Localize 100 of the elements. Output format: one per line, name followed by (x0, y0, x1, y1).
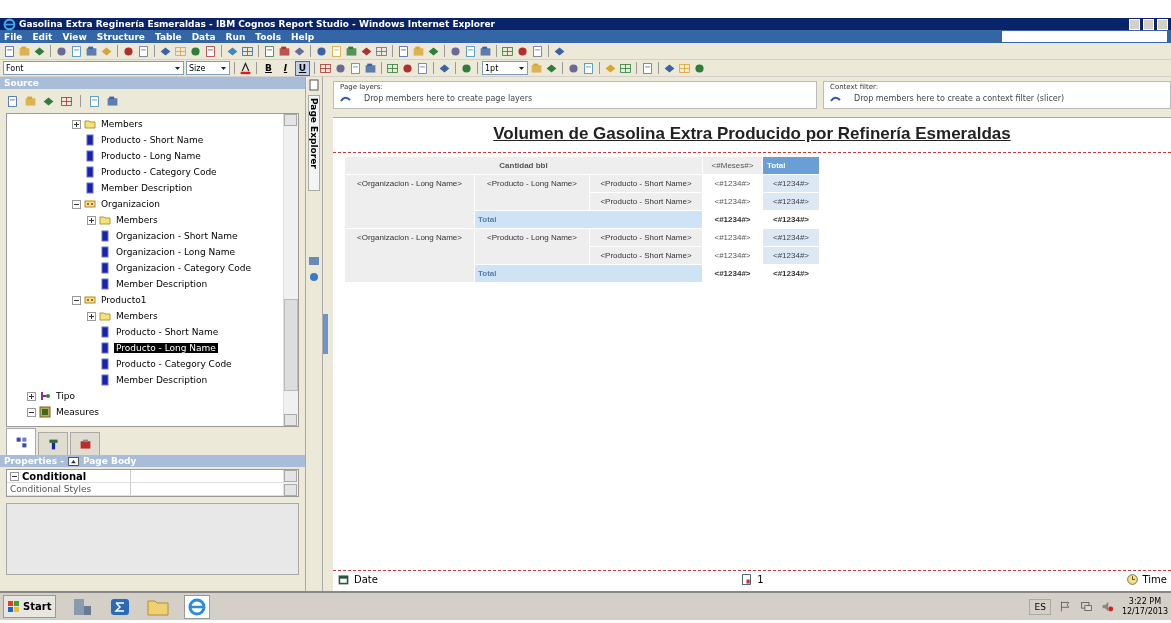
tree-item[interactable]: Organizacion - Short Name (114, 231, 240, 241)
folder-icon (99, 214, 111, 226)
tree-item[interactable]: Producto - Long Name (114, 343, 218, 353)
collapse-icon[interactable] (72, 199, 81, 209)
tree-item[interactable]: Organizacion - Long Name (114, 247, 238, 257)
minimize-button[interactable] (1129, 18, 1140, 30)
property-name[interactable]: Conditional Styles (7, 483, 131, 495)
attribute-icon (99, 342, 111, 354)
menu-item[interactable]: File (4, 31, 23, 42)
tree-item[interactable]: Producto1 (99, 295, 149, 305)
panel-tab[interactable] (6, 428, 36, 455)
collapse-icon[interactable] (72, 295, 81, 305)
tree-item[interactable]: Producto - Short Name (114, 327, 221, 337)
date-field: Date (354, 573, 378, 585)
menu-item[interactable]: Structure (96, 31, 145, 42)
panel-tab[interactable] (38, 432, 68, 455)
tree-item[interactable]: Organizacion - Category Code (114, 263, 253, 273)
table-cell: <#1234#> (763, 247, 820, 265)
line-width-dropdown[interactable]: 1pt (482, 61, 528, 75)
start-button[interactable]: Start (3, 595, 57, 618)
expand-icon[interactable] (87, 215, 96, 225)
data-items-icon (46, 437, 60, 451)
tree-item[interactable]: Measures (54, 407, 101, 417)
menu-item[interactable]: Table (154, 31, 182, 42)
table-cell: <#1234#> (763, 193, 820, 211)
attribute-icon (84, 166, 96, 178)
network-icon[interactable] (1079, 600, 1093, 613)
table-cell: <Producto - Long Name> (475, 175, 590, 211)
tree-item[interactable]: Producto - Category Code (114, 359, 234, 369)
select-ancestor-icon[interactable] (66, 454, 80, 468)
page-number: 1 (757, 573, 764, 585)
collapse-icon[interactable] (27, 407, 36, 417)
tree-item[interactable]: Members (114, 215, 160, 225)
close-button[interactable] (1157, 18, 1168, 30)
table-cell: <#1234#> (763, 265, 820, 283)
language-indicator[interactable]: ES (1029, 598, 1051, 615)
tree-item[interactable]: Producto - Short Name (99, 135, 206, 145)
clock-icon (1125, 572, 1139, 586)
table-cell: <Organizacion - Long Name> (345, 229, 475, 283)
font-dropdown[interactable]: Font (3, 61, 184, 75)
menu-item[interactable]: Help (291, 31, 315, 42)
hierarchy-icon (84, 294, 96, 306)
panel-title: Source (4, 78, 39, 88)
menu-item[interactable]: Edit (32, 31, 53, 42)
attribute-icon (84, 150, 96, 162)
flag-icon[interactable] (1058, 600, 1072, 613)
collapse-icon[interactable] (10, 471, 19, 481)
table-header: Total (763, 157, 820, 175)
menu-item[interactable]: View (62, 31, 87, 42)
tree-item[interactable]: Organizacion (99, 199, 162, 209)
clock: 3:22 PM 12/17/2013 (1121, 596, 1168, 617)
attribute-icon (99, 262, 111, 274)
panel-tab[interactable] (70, 432, 100, 455)
page-icon[interactable] (308, 79, 320, 91)
search-field[interactable] (1002, 31, 1167, 42)
tree-item[interactable]: Member Description (114, 279, 210, 289)
bold-button[interactable]: B (261, 60, 276, 76)
tree-item[interactable]: Producto - Long Name (99, 151, 203, 161)
attribute-icon (99, 278, 111, 290)
table-cell: <#1234#> (763, 175, 820, 193)
scrollbar[interactable] (283, 470, 298, 496)
tree-item[interactable]: Member Description (99, 183, 195, 193)
tree-item[interactable]: Members (114, 311, 160, 321)
menu-item[interactable]: Tools (255, 31, 282, 42)
size-dropdown[interactable]: Size (186, 61, 230, 75)
expand-icon[interactable] (27, 391, 36, 401)
font-color-icon[interactable] (239, 61, 252, 75)
attribute-icon (99, 358, 111, 370)
selected-object: Page Body (82, 456, 137, 466)
toolbox-icon (78, 437, 92, 451)
page-explorer-tab[interactable]: Page Explorer (308, 95, 320, 191)
window-title: Gasolina Extra Reginería Esmeraldas - IBM Cognos Report Studio - Windows Internet Explorer (19, 19, 497, 29)
table-header: <#Meses#> (703, 157, 763, 175)
windows-logo-icon (8, 600, 20, 613)
scrollbar[interactable] (283, 114, 298, 426)
underline-button[interactable]: U (295, 60, 310, 76)
table-cell: <Organizacion - Long Name> (345, 175, 475, 229)
tree-item[interactable]: Members (99, 119, 145, 129)
table-cell: Total (475, 211, 703, 229)
table-cell: Total (475, 265, 703, 283)
expand-icon[interactable] (72, 119, 81, 129)
table-cell: <#1234#> (703, 265, 763, 283)
menu-item[interactable]: Run (225, 31, 246, 42)
splitter-handle[interactable] (323, 314, 328, 354)
maximize-button[interactable] (1143, 18, 1154, 30)
attribute-icon (99, 326, 111, 338)
browser-logo-icon (3, 17, 16, 31)
tree-item[interactable]: Tipo (54, 391, 77, 401)
expand-icon[interactable] (87, 311, 96, 321)
speaker-icon[interactable] (1100, 600, 1114, 613)
browser-logo-icon[interactable] (184, 594, 211, 619)
time-field: Time (1142, 573, 1167, 585)
table-cell: <Producto - Short Name> (590, 175, 703, 193)
property-group[interactable]: Conditional (7, 470, 131, 482)
tree-item[interactable]: Member Description (114, 375, 210, 385)
panel-title: Properties - (4, 456, 64, 466)
tree-item[interactable]: Producto - Category Code (99, 167, 219, 177)
menu-item[interactable]: Data (191, 31, 216, 42)
table-cell: <Producto - Long Name> (475, 229, 590, 265)
italic-button[interactable]: I (278, 60, 293, 76)
